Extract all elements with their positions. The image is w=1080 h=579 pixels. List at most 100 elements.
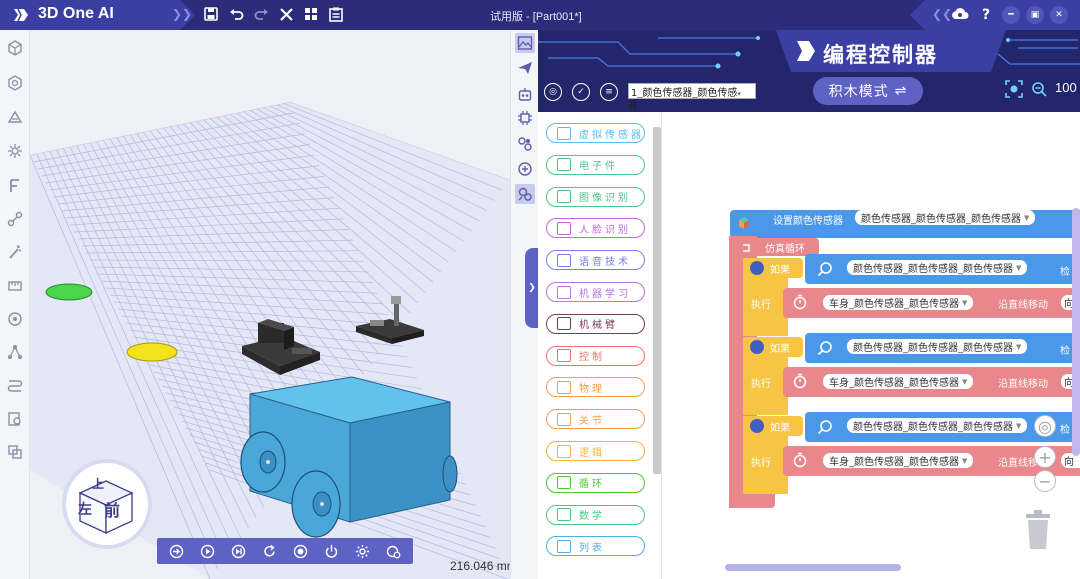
block-mode-button[interactable]: 积木模式 ⇌: [813, 77, 923, 105]
set-sensor-field[interactable]: 颜色传感器_颜色传感器_颜色传感器 ▼: [855, 210, 1036, 225]
palette-item[interactable]: 循环: [546, 472, 645, 493]
cube-top-label[interactable]: 上: [92, 475, 104, 492]
special-feature-icon[interactable]: [7, 109, 23, 125]
palette-item[interactable]: 图像识别: [546, 186, 645, 207]
layers-icon[interactable]: [7, 444, 23, 460]
green-marker[interactable]: [45, 283, 93, 301]
condition-field-value: 颜色传感器_颜色传感器_颜色传感器: [853, 343, 1013, 354]
programming-icon[interactable]: [515, 184, 535, 204]
dropdown-icon: ▼: [962, 377, 968, 386]
view-cube[interactable]: 上 左 前: [66, 463, 148, 545]
palette-item[interactable]: 逻辑: [546, 441, 645, 461]
title-bar: 3D One AI ❯❯ 试用版 - [Part001*] ❮❮ ? ━ ▣ ✕: [0, 0, 1080, 30]
palette-item[interactable]: 关节: [546, 409, 645, 430]
yellow-marker[interactable]: [126, 342, 178, 362]
power-icon[interactable]: [323, 542, 341, 560]
screenshot-icon[interactable]: [1005, 80, 1023, 98]
link-icon[interactable]: [7, 211, 23, 227]
step-icon[interactable]: [230, 542, 248, 560]
minimize-button[interactable]: ━: [1002, 6, 1020, 24]
palette-category-icon: [557, 285, 571, 299]
grid-icon[interactable]: [302, 4, 320, 24]
recenter-icon[interactable]: ◎: [1034, 415, 1056, 437]
close-button[interactable]: ✕: [1050, 6, 1068, 24]
enter-icon[interactable]: [168, 542, 186, 560]
settings-icon[interactable]: [354, 542, 372, 560]
undo-icon[interactable]: [227, 4, 245, 24]
cube-front-label[interactable]: 前: [104, 497, 120, 521]
zoom-out-button[interactable]: −: [1034, 470, 1056, 492]
action-target-field[interactable]: 车身_颜色传感器_颜色传感器 ▼: [823, 295, 974, 310]
palette-item[interactable]: 列表: [546, 536, 645, 557]
do-label: 执行: [751, 458, 771, 469]
action-target-field[interactable]: 车身_颜色传感器_颜色传感器 ▼: [823, 453, 974, 468]
app-logo-icon: [14, 8, 28, 22]
feature-f-icon[interactable]: [7, 178, 23, 194]
action-target-value: 车身_颜色传感器_颜色传感器: [829, 299, 959, 310]
collapse-panel-button[interactable]: ❯: [525, 248, 539, 328]
path-icon[interactable]: [7, 378, 23, 394]
target-icon[interactable]: [7, 311, 23, 327]
palette-item[interactable]: 数学: [546, 504, 645, 525]
close-doc-icon[interactable]: [277, 4, 295, 24]
inspect-icon[interactable]: [7, 411, 23, 427]
palette-item[interactable]: 控制: [546, 345, 645, 366]
zoom-out-icon[interactable]: [1031, 81, 1047, 97]
device-select-value: 1_颜色传感器_颜色传感: [631, 88, 738, 99]
maximize-button[interactable]: ▣: [1026, 6, 1044, 24]
wand-icon[interactable]: [7, 244, 23, 260]
verify-icon[interactable]: ✓: [572, 83, 590, 101]
block-workspace[interactable]: 设置颜色传感器 颜色传感器_颜色传感器_颜色传感器 ▼ 仿真循环 如果 执行 颜色…: [665, 112, 1080, 579]
network-icon[interactable]: [7, 344, 23, 360]
save-icon[interactable]: [202, 4, 220, 24]
device-select-overflow: 器: [628, 101, 638, 111]
ai-module-icon[interactable]: [515, 159, 535, 179]
palette-category-icon: [557, 190, 571, 204]
stop-icon[interactable]: [292, 542, 310, 560]
components-icon[interactable]: [515, 134, 535, 154]
document-icon[interactable]: ≡: [600, 83, 618, 101]
palette-item[interactable]: 虚拟传感器: [546, 123, 645, 143]
send-icon[interactable]: [515, 58, 535, 78]
action-verb: 沿直线移动: [998, 300, 1048, 311]
report-icon[interactable]: [327, 4, 345, 24]
palette-item[interactable]: 机械臂: [546, 313, 645, 334]
3d-viewport[interactable]: 上 左 前 216.046 mm ▼: [30, 30, 510, 579]
palette-item[interactable]: 机器学习: [546, 282, 645, 302]
play-icon[interactable]: [199, 542, 217, 560]
condition-field[interactable]: 颜色传感器_颜色传感器_颜色传感器 ▼: [847, 339, 1028, 354]
device-select[interactable]: 1_颜色传感器_颜色传感▾: [628, 83, 756, 99]
palette-item[interactable]: 人脸识别: [546, 218, 645, 239]
palette-item[interactable]: 电子件: [546, 154, 645, 175]
hexagon-icon[interactable]: [7, 75, 23, 91]
camera-settings-icon[interactable]: [385, 542, 403, 560]
palette-category-icon: [557, 539, 571, 553]
gear-edit-icon[interactable]: [7, 143, 23, 159]
chip-icon[interactable]: [515, 108, 535, 128]
cloud-user-icon[interactable]: [950, 5, 970, 25]
help-icon[interactable]: ?: [976, 5, 996, 25]
measure-icon[interactable]: [7, 278, 23, 294]
palette-item[interactable]: 语音技术: [546, 250, 645, 271]
palette-item[interactable]: 物理: [546, 377, 645, 398]
sensor-block-icon: [739, 217, 749, 229]
workspace-vscrollbar[interactable]: [1072, 208, 1080, 456]
reset-icon[interactable]: [261, 542, 279, 560]
search-icon: [817, 420, 832, 435]
cube-icon[interactable]: [7, 40, 23, 56]
robot-icon[interactable]: [515, 84, 535, 104]
window-controls: ❮❮ ? ━ ▣ ✕: [910, 0, 1080, 30]
palette-category-icon: [557, 412, 571, 426]
condition-field[interactable]: 颜色传感器_颜色传感器_颜色传感器 ▼: [847, 418, 1028, 433]
palette-scrollbar[interactable]: [653, 127, 661, 474]
dropdown-icon: ▼: [1016, 342, 1022, 351]
image-view-icon[interactable]: [515, 33, 535, 53]
globe-icon[interactable]: ◎: [544, 83, 562, 101]
workspace-hscrollbar[interactable]: [725, 564, 901, 571]
condition-field[interactable]: 颜色传感器_颜色传感器_颜色传感器 ▼: [847, 260, 1028, 275]
trash-icon[interactable]: [1024, 510, 1052, 550]
cube-left-label[interactable]: 左: [78, 499, 92, 519]
redo-icon[interactable]: [252, 4, 270, 24]
zoom-in-button[interactable]: +: [1034, 446, 1056, 468]
action-target-field[interactable]: 车身_颜色传感器_颜色传感器 ▼: [823, 374, 974, 389]
